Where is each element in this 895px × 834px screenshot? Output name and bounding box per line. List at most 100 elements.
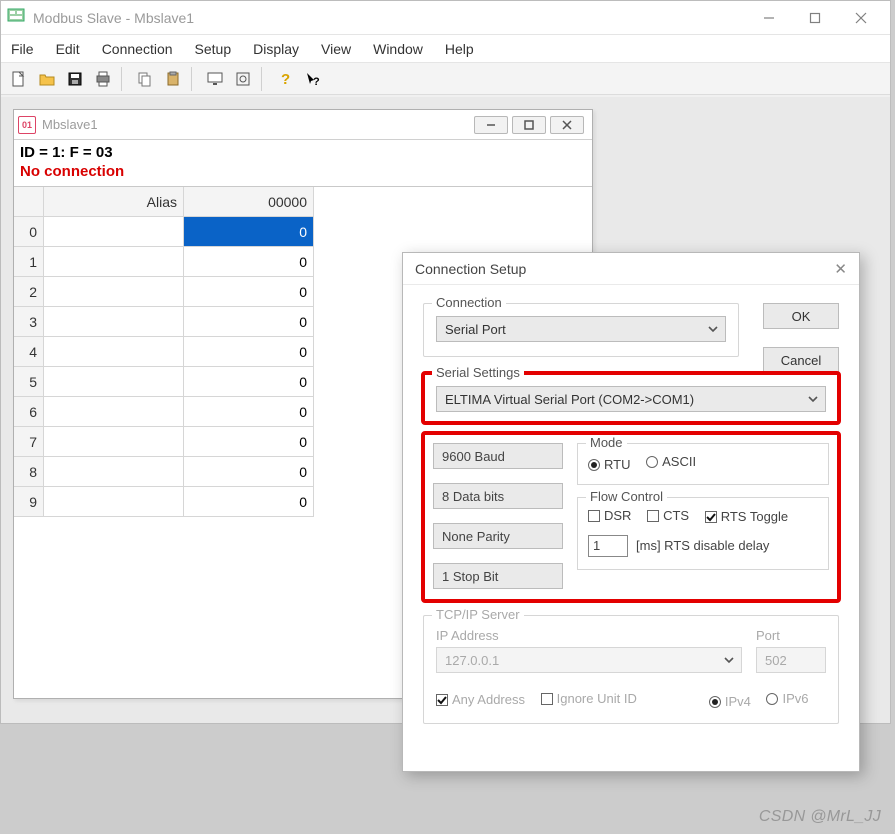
rts-delay-label: [ms] RTS disable delay bbox=[636, 538, 769, 553]
baud-select[interactable]: 9600 Baud bbox=[433, 443, 563, 469]
chevron-down-icon bbox=[707, 323, 719, 338]
child-titlebar: 01 Mbslave1 bbox=[14, 110, 592, 140]
ok-button[interactable]: OK bbox=[763, 303, 839, 329]
ip-address-select: 127.0.0.1 bbox=[436, 647, 742, 673]
tcpip-group: TCP/IP Server IP Address 127.0.0.1 Port … bbox=[423, 615, 839, 724]
value-cell[interactable]: 0 bbox=[184, 457, 314, 487]
chevron-down-icon bbox=[807, 393, 819, 408]
databits-select[interactable]: 8 Data bits bbox=[433, 483, 563, 509]
app-title: Modbus Slave - Mbslave1 bbox=[33, 10, 746, 26]
value-cell[interactable]: 0 bbox=[184, 487, 314, 517]
svg-text:?: ? bbox=[313, 76, 320, 88]
alias-cell[interactable] bbox=[44, 457, 184, 487]
menu-connection[interactable]: Connection bbox=[102, 41, 173, 57]
toolbar-separator bbox=[121, 67, 127, 91]
menu-window[interactable]: Window bbox=[373, 41, 423, 57]
titlebar: Modbus Slave - Mbslave1 bbox=[1, 1, 890, 35]
flow-control-group: Flow Control DSR CTS RTS Toggle 1 [ms] R… bbox=[577, 497, 829, 570]
child-close-button[interactable] bbox=[550, 116, 584, 134]
menu-view[interactable]: View bbox=[321, 41, 351, 57]
serial-port-select[interactable]: ELTIMA Virtual Serial Port (COM2->COM1) bbox=[436, 386, 826, 412]
mode-label: Mode bbox=[586, 435, 627, 450]
alias-cell[interactable] bbox=[44, 337, 184, 367]
ignore-unitid-checkbox: Ignore Unit ID bbox=[541, 691, 637, 706]
menu-setup[interactable]: Setup bbox=[195, 41, 232, 57]
menu-display[interactable]: Display bbox=[253, 41, 299, 57]
device-icon[interactable] bbox=[231, 67, 255, 91]
port-input: 502 bbox=[756, 647, 826, 673]
doc-icon: 01 bbox=[18, 116, 36, 134]
alias-cell[interactable] bbox=[44, 307, 184, 337]
stopbit-select[interactable]: 1 Stop Bit bbox=[433, 563, 563, 589]
menu-file[interactable]: File bbox=[11, 41, 34, 57]
toolbar-separator bbox=[261, 67, 267, 91]
value-cell[interactable]: 0 bbox=[184, 277, 314, 307]
connection-type-value: Serial Port bbox=[445, 322, 506, 337]
menu-help[interactable]: Help bbox=[445, 41, 474, 57]
toolbar-separator bbox=[191, 67, 197, 91]
help-icon[interactable]: ? bbox=[273, 67, 297, 91]
minimize-button[interactable] bbox=[746, 1, 792, 34]
serial-port-value: ELTIMA Virtual Serial Port (COM2->COM1) bbox=[445, 392, 694, 407]
dialog-title: Connection Setup bbox=[415, 261, 526, 277]
cancel-button[interactable]: Cancel bbox=[763, 347, 839, 373]
value-cell[interactable]: 0 bbox=[184, 337, 314, 367]
parity-select[interactable]: None Parity bbox=[433, 523, 563, 549]
open-icon[interactable] bbox=[35, 67, 59, 91]
port-label: Port bbox=[756, 628, 826, 643]
close-button[interactable] bbox=[838, 1, 884, 34]
maximize-button[interactable] bbox=[792, 1, 838, 34]
dialog-close-button[interactable]: ✕ bbox=[834, 260, 847, 278]
value-cell[interactable]: 0 bbox=[184, 247, 314, 277]
alias-cell[interactable] bbox=[44, 487, 184, 517]
ip-address-label: IP Address bbox=[436, 628, 742, 643]
save-icon[interactable] bbox=[63, 67, 87, 91]
print-icon[interactable] bbox=[91, 67, 115, 91]
value-cell[interactable]: 0 bbox=[184, 427, 314, 457]
menu-edit[interactable]: Edit bbox=[56, 41, 80, 57]
window-buttons bbox=[746, 1, 884, 34]
row-index: 2 bbox=[14, 277, 44, 307]
mode-ascii-radio[interactable]: ASCII bbox=[646, 454, 696, 469]
menubar: File Edit Connection Setup Display View … bbox=[1, 35, 890, 63]
child-minimize-button[interactable] bbox=[474, 116, 508, 134]
alias-cell[interactable] bbox=[44, 247, 184, 277]
rts-toggle-checkbox[interactable]: RTS Toggle bbox=[705, 509, 788, 524]
value-cell[interactable]: 0 bbox=[184, 307, 314, 337]
child-maximize-button[interactable] bbox=[512, 116, 546, 134]
row-index: 0 bbox=[14, 217, 44, 247]
alias-cell[interactable] bbox=[44, 217, 184, 247]
alias-cell[interactable] bbox=[44, 427, 184, 457]
col-value-header: 00000 bbox=[184, 187, 314, 217]
connection-status: No connection bbox=[14, 163, 592, 186]
row-index: 4 bbox=[14, 337, 44, 367]
flow-control-label: Flow Control bbox=[586, 489, 667, 504]
cts-checkbox[interactable]: CTS bbox=[647, 508, 689, 523]
svg-text:?: ? bbox=[281, 71, 290, 88]
rts-delay-input[interactable]: 1 bbox=[588, 535, 628, 557]
row-index: 1 bbox=[14, 247, 44, 277]
mode-rtu-radio[interactable]: RTU bbox=[588, 457, 630, 472]
alias-cell[interactable] bbox=[44, 397, 184, 427]
monitor-icon[interactable] bbox=[203, 67, 227, 91]
row-index: 5 bbox=[14, 367, 44, 397]
mode-group: Mode RTU ASCII bbox=[577, 443, 829, 485]
copy-icon[interactable] bbox=[133, 67, 157, 91]
toolbar: ? ? bbox=[1, 63, 890, 95]
value-cell[interactable]: 0 bbox=[184, 397, 314, 427]
paste-icon[interactable] bbox=[161, 67, 185, 91]
whats-this-icon[interactable]: ? bbox=[301, 67, 325, 91]
alias-cell[interactable] bbox=[44, 367, 184, 397]
connection-setup-dialog: Connection Setup ✕ OK Cancel Connection … bbox=[402, 252, 860, 772]
dsr-checkbox[interactable]: DSR bbox=[588, 508, 631, 523]
value-cell[interactable]: 0 bbox=[184, 217, 314, 247]
table-row[interactable]: 00 bbox=[14, 217, 592, 247]
new-icon[interactable] bbox=[7, 67, 31, 91]
connection-type-select[interactable]: Serial Port bbox=[436, 316, 726, 342]
chevron-down-icon bbox=[723, 654, 735, 669]
row-index: 6 bbox=[14, 397, 44, 427]
alias-cell[interactable] bbox=[44, 277, 184, 307]
value-cell[interactable]: 0 bbox=[184, 367, 314, 397]
row-index: 9 bbox=[14, 487, 44, 517]
row-index: 7 bbox=[14, 427, 44, 457]
